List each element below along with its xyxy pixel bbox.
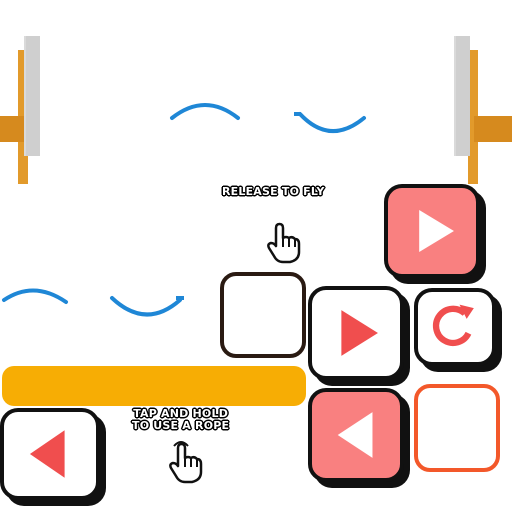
empty-slot-orange[interactable] <box>414 384 500 472</box>
left-post-arm <box>0 116 24 142</box>
back-button-pink[interactable] <box>308 388 404 482</box>
play-button-white[interactable] <box>308 286 404 380</box>
rope-arc-top-right <box>294 112 366 134</box>
tap-hint-line-2: TO USE A ROPE <box>132 419 230 432</box>
play-button-large[interactable] <box>384 184 480 278</box>
left-post <box>0 36 40 184</box>
empty-slot-dark[interactable] <box>220 272 306 358</box>
back-triangle-icon <box>337 412 373 458</box>
right-post <box>452 36 512 184</box>
back-button-white[interactable] <box>0 408 100 500</box>
rope-arc-top-left <box>170 103 240 120</box>
tap-and-hold-text: TAP AND HOLD TO USE A ROPE <box>132 408 229 432</box>
pointing-hand-icon <box>267 222 301 264</box>
release-to-fly-text: RELEASE TO FLY <box>222 185 325 198</box>
play-triangle-icon <box>419 209 454 253</box>
rope-arc-mid-left <box>2 288 68 304</box>
rope-arc-mid-right <box>110 296 184 317</box>
hold-progress-bar <box>2 366 306 406</box>
right-post-pole <box>454 36 470 156</box>
left-post-pole <box>24 36 40 156</box>
play-triangle-icon-red <box>341 310 378 356</box>
right-post-arm <box>474 116 512 142</box>
back-triangle-icon-red <box>29 430 65 478</box>
restart-arrow-icon <box>432 304 474 347</box>
restart-button[interactable] <box>414 288 496 366</box>
pointing-hand-icon-2 <box>169 441 203 484</box>
